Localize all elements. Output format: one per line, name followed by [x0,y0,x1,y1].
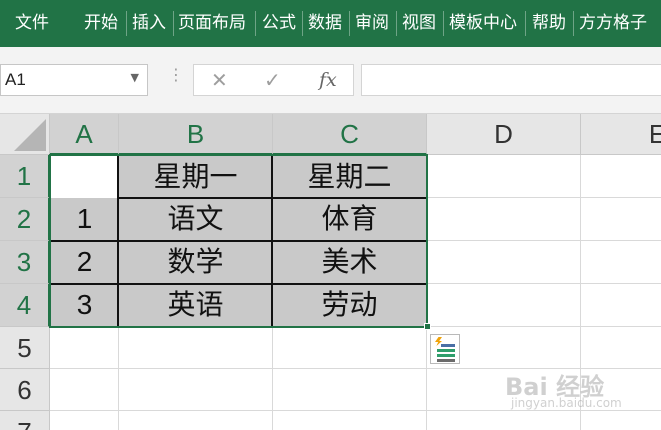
quick-analysis-button[interactable] [430,334,460,364]
tab-formulas[interactable]: 公式 [262,0,296,47]
table-row-bar [441,344,455,347]
column-header-b[interactable]: B [119,114,273,155]
column-header-e[interactable]: E [581,114,661,155]
enter-check-icon[interactable]: ✓ [264,68,281,92]
name-box[interactable]: A1 ▼ [0,64,148,96]
ribbon-tab-bar: 文件 开始 插入 页面布局 公式 数据 审阅 视图 模板中心 帮助 方方格子 [0,0,661,47]
tab-file[interactable]: 文件 [15,0,49,47]
tab-separator [255,11,256,36]
tab-view[interactable]: 视图 [402,0,436,47]
baidu-watermark-url: jingyan.baidu.com [511,396,622,410]
column-header-c[interactable]: C [273,114,427,155]
row-header-6[interactable]: 6 [0,369,50,411]
row-header-1[interactable]: 1 [0,155,50,198]
tab-help[interactable]: 帮助 [532,0,566,47]
cancel-icon[interactable]: ✕ [211,68,228,92]
selection-border [49,154,428,328]
formula-buttons: ✕ ✓ fx [193,64,354,96]
insert-function-button[interactable]: fx [319,69,337,91]
gridline [426,283,661,284]
table-row-bar [437,349,455,352]
tab-home[interactable]: 开始 [84,0,118,47]
row-header-5[interactable]: 5 [0,327,50,369]
tab-insert[interactable]: 插入 [132,0,166,47]
tab-separator [573,11,574,36]
gridline [50,410,661,411]
chevron-down-icon[interactable]: ▼ [131,71,139,84]
row-header-4[interactable]: 4 [0,284,50,327]
gridline [426,240,661,241]
table-row-bar [437,354,455,357]
formula-input[interactable] [361,64,661,96]
select-all-button[interactable] [0,114,50,155]
tab-review[interactable]: 审阅 [355,0,389,47]
tab-page-layout[interactable]: 页面布局 [178,0,246,47]
row-header-3[interactable]: 3 [0,241,50,284]
tab-data[interactable]: 数据 [308,0,342,47]
table-row-bar [437,359,455,362]
column-header-a[interactable]: A [50,114,119,155]
gridline [426,197,661,198]
row-header-7[interactable]: 7 [0,411,50,430]
tab-separator [525,11,526,36]
tab-separator [302,11,303,36]
gridline [426,326,661,327]
tab-separator [443,11,444,36]
row-header-2[interactable]: 2 [0,198,50,241]
column-header-d[interactable]: D [427,114,581,155]
tab-separator [173,11,174,36]
tab-separator [126,11,127,36]
name-box-value: A1 [5,70,26,89]
fill-handle[interactable] [424,323,431,330]
drag-handle-icon[interactable]: ⋮ [168,67,184,83]
tab-separator [349,11,350,36]
tab-fangfang-gezi[interactable]: 方方格子 [579,0,647,47]
worksheet-grid: A B C D E 1 2 3 4 5 6 7 星期一 星期二 1 语文 体育 … [0,114,661,430]
tab-separator [396,11,397,36]
formula-bar: A1 ▼ ⋮ ✕ ✓ fx [0,47,661,114]
tab-template-center[interactable]: 模板中心 [449,0,517,47]
select-all-triangle [14,119,46,151]
